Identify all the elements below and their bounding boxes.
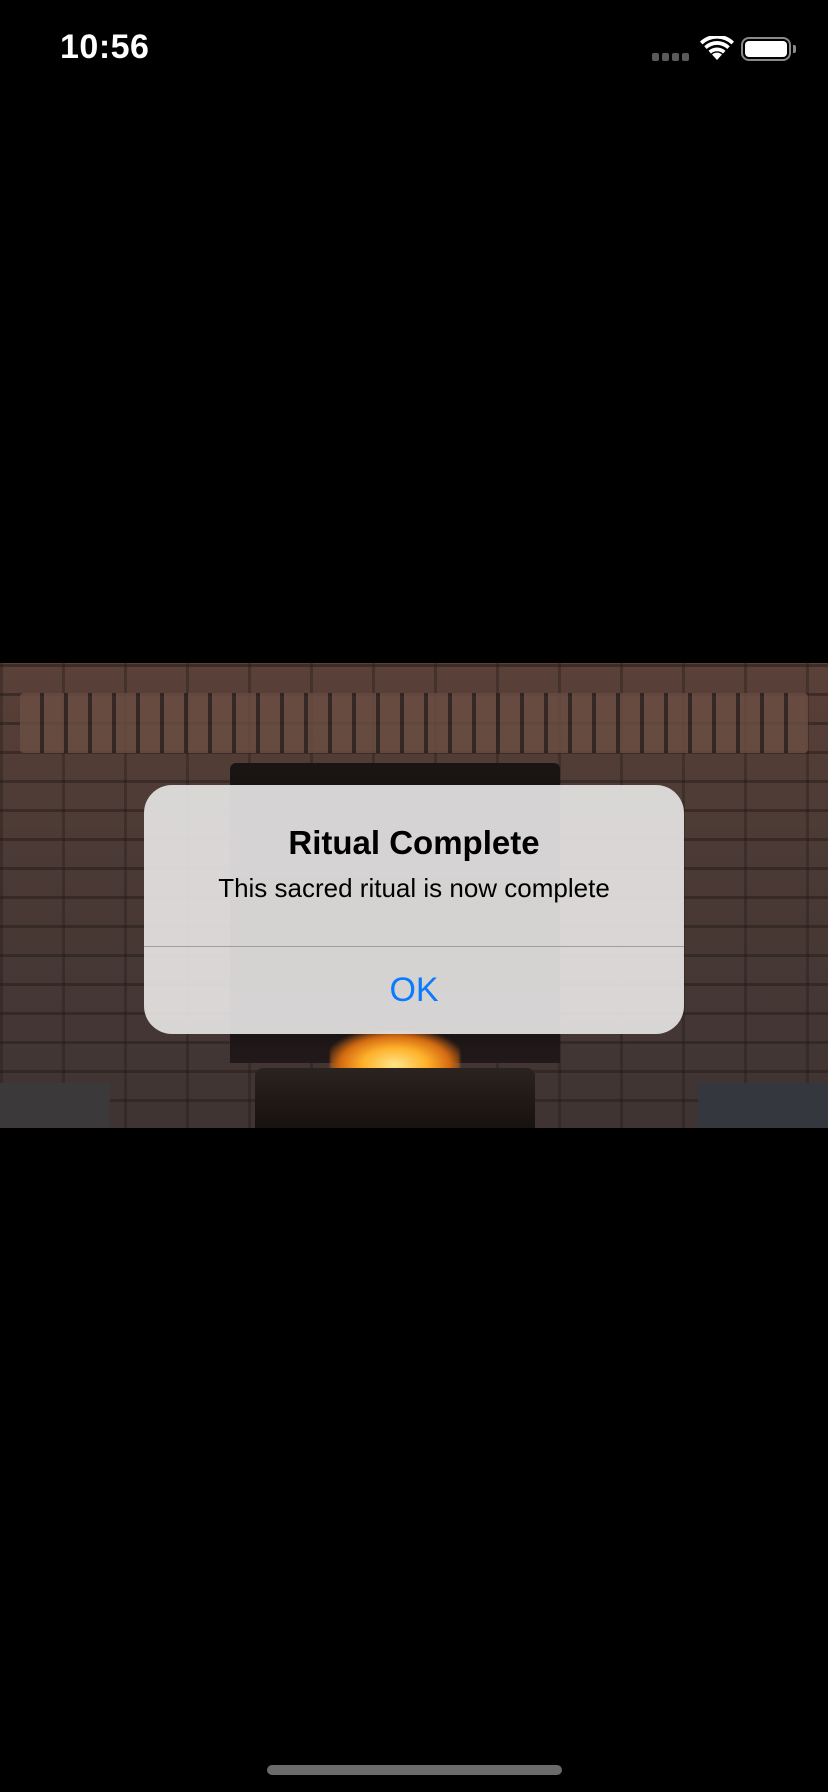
- battery-cap: [793, 45, 796, 53]
- ok-button[interactable]: OK: [144, 947, 684, 1034]
- status-time: 10:56: [60, 28, 150, 66]
- wifi-icon: [700, 36, 734, 60]
- hearth-right: [698, 1083, 828, 1128]
- status-bar: 10:56: [0, 0, 828, 100]
- battery-icon: [741, 37, 791, 61]
- alert-message: This sacred ritual is now complete: [218, 873, 610, 903]
- alert-dialog: Ritual Complete This sacred ritual is no…: [144, 785, 684, 1034]
- battery-level-fill: [745, 41, 787, 57]
- alert-title: Ritual Complete: [288, 824, 540, 861]
- fire-grate: [255, 1068, 535, 1128]
- brick-arch: [20, 693, 808, 753]
- cellular-signal-icon: [652, 53, 689, 61]
- home-indicator[interactable]: [267, 1765, 562, 1775]
- hearth-left: [0, 1083, 110, 1128]
